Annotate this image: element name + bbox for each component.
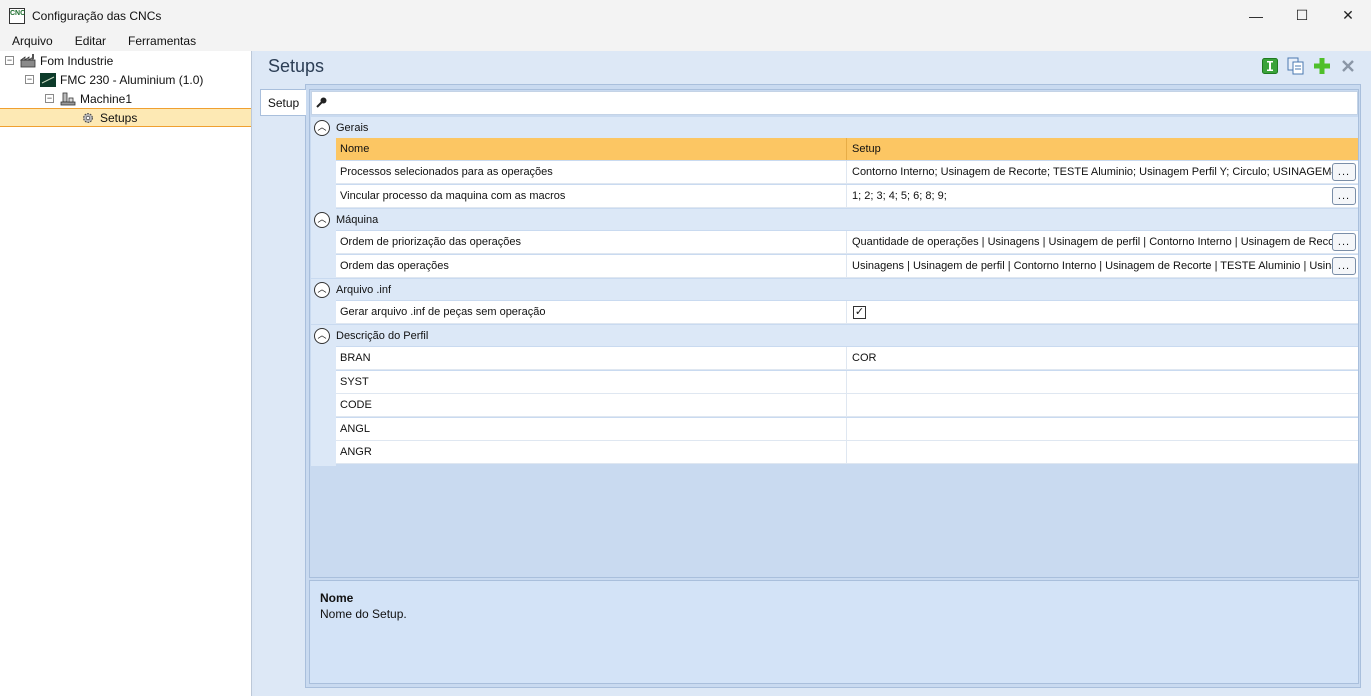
window-title: Configuração das CNCs [32,8,162,23]
property-row[interactable]: ANGL [336,418,1358,441]
property-row[interactable]: SYST [336,371,1358,394]
property-row[interactable]: Vincular processo da maquina com as macr… [336,185,1358,208]
category-descricao-perfil[interactable]: ︿ Descrição do Perfil [311,325,1358,346]
property-row[interactable]: Gerar arquivo .inf de peças sem operação… [336,301,1358,324]
checkbox[interactable]: ✓ [853,305,866,319]
property-name: CODE [336,394,847,416]
property-value: ✓ [847,301,1358,323]
property-name: ANGL [336,418,847,440]
property-name: Gerar arquivo .inf de peças sem operação [336,301,847,323]
property-row[interactable]: BRAN COR [336,347,1358,370]
category-label: Arquivo .inf [336,283,392,296]
property-value[interactable]: COR [847,347,1358,369]
property-name: Vincular processo da maquina com as macr… [336,185,847,207]
property-row[interactable]: CODE [336,394,1358,417]
property-value: Quantidade de operações | Usinagens | Us… [847,231,1358,253]
header-nome: Nome [336,138,847,160]
property-row[interactable]: Ordem de priorização das operações Quant… [336,231,1358,254]
app-icon: CNC [9,7,25,24]
title-bar: CNC Configuração das CNCs — ☐ ✕ [0,0,1371,31]
collapse-icon[interactable]: ︿ [314,119,330,136]
gutter [311,230,336,278]
minimize-button[interactable]: — [1233,0,1279,31]
tree-item-fmc-230[interactable]: − FMC 230 - Aluminium (1.0) [25,70,203,89]
property-value: 1; 2; 3; 4; 5; 6; 8; 9; ... [847,185,1358,207]
close-button[interactable]: ✕ [1325,0,1371,31]
maximize-button[interactable]: ☐ [1279,0,1325,31]
navigation-tree: − Fom Industrie − FMC 230 - Aluminium (1… [0,51,252,696]
factory-icon [19,53,36,68]
ellipsis-button[interactable]: ... [1332,163,1356,181]
machine-icon [60,92,76,106]
value-text: Contorno Interno; Usinagem de Recorte; T… [852,166,1332,178]
header-setup: Setup [852,143,881,155]
value-text: Usinagens | Usinagem de perfil | Contorn… [852,260,1332,272]
tree-item-machine1[interactable]: − Machine1 [45,89,132,108]
property-row[interactable]: Processos selecionados para as operações… [336,161,1358,184]
tree-item-label: Machine1 [80,91,133,106]
gutter [311,300,336,324]
ellipsis-button[interactable]: ... [1332,233,1356,251]
property-grid: ︿ Gerais Nome Setup Processos selecionad… [309,89,1359,578]
window-controls: — ☐ ✕ [1233,0,1371,31]
property-name: BRAN [336,347,847,369]
tree-item-setups[interactable]: Setups [0,108,251,127]
property-row[interactable]: Ordem das operações Usinagens | Usinagem… [336,255,1358,278]
search-icon [316,96,328,111]
property-value[interactable] [847,418,1358,440]
property-name: Ordem de priorização das operações [336,231,847,253]
main-panel: Setups Setup ︿ Gerais Nome Setup Process… [255,51,1371,696]
property-value: Contorno Interno; Usinagem de Recorte; T… [847,161,1358,183]
category-label: Descrição do Perfil [336,329,429,342]
tree-item-fom-industrie[interactable]: − Fom Industrie [5,51,113,70]
tree-item-label: Setups [100,110,138,125]
category-arquivo-inf[interactable]: ︿ Arquivo .inf [311,279,1358,300]
collapse-icon[interactable]: ︿ [314,211,330,228]
category-gerais[interactable]: ︿ Gerais [311,117,1358,138]
tree-item-label: Fom Industrie [40,53,114,68]
info-icon[interactable] [1261,57,1279,75]
tree-item-label: FMC 230 - Aluminium (1.0) [60,72,204,87]
property-name: Ordem das operações [336,255,847,277]
category-label: Gerais [336,121,369,134]
gear-icon [80,111,96,125]
gutter [311,346,336,466]
collapse-icon[interactable]: ︿ [314,281,330,298]
property-value[interactable] [847,441,1358,463]
tab-setup[interactable]: Setup [260,89,306,116]
ellipsis-button[interactable]: ... [1332,257,1356,275]
collapse-icon[interactable]: − [45,94,54,103]
description-title: Nome [320,591,354,605]
value-text: 1; 2; 3; 4; 5; 6; 8; 9; [852,190,947,202]
collapse-icon[interactable]: − [5,56,14,65]
toolbar [1261,57,1357,75]
menu-arquivo[interactable]: Arquivo [12,34,53,48]
value-text: Quantidade de operações | Usinagens | Us… [852,236,1332,248]
copy-icon[interactable] [1287,57,1305,75]
category-maquina[interactable]: ︿ Máquina [311,209,1358,230]
collapse-icon[interactable]: ︿ [314,327,330,344]
add-icon[interactable] [1313,57,1331,75]
machine-image-icon [40,72,56,87]
search-input[interactable] [311,91,1358,115]
property-name: ANGR [336,441,847,463]
page-title: Setups [268,56,325,76]
category-label: Máquina [336,213,379,226]
property-name: Processos selecionados para as operações [336,161,847,183]
menu-ferramentas[interactable]: Ferramentas [128,34,196,48]
description-text: Nome do Setup. [320,607,407,621]
ellipsis-button[interactable]: ... [1332,187,1356,205]
gutter [311,137,336,209]
property-value: Usinagens | Usinagem de perfil | Contorn… [847,255,1358,277]
property-value[interactable] [847,371,1358,393]
property-name: SYST [336,371,847,393]
property-value[interactable] [847,394,1358,416]
collapse-icon[interactable]: − [25,75,34,84]
menu-bar: Arquivo Editar Ferramentas [0,31,1371,51]
description-panel: Nome Nome do Setup. [309,580,1359,684]
grid-header: Nome Setup [336,138,1358,160]
property-row[interactable]: ANGR [336,441,1358,464]
menu-editar[interactable]: Editar [75,34,106,48]
delete-icon[interactable] [1339,57,1357,75]
